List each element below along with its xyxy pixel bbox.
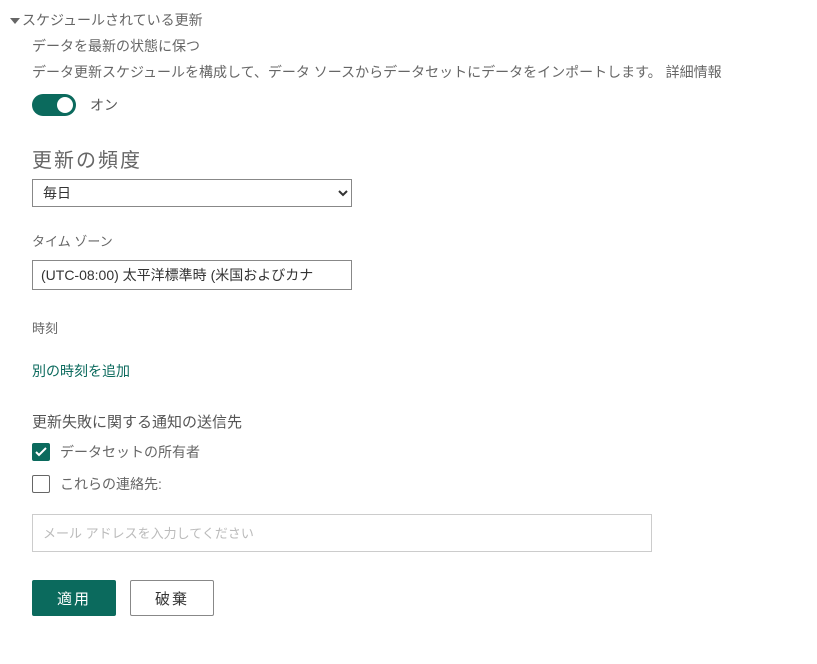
section-header[interactable]: スケジュールされている更新 (10, 10, 797, 30)
section-title: スケジュールされている更新 (22, 10, 203, 30)
chevron-down-icon (10, 18, 20, 24)
time-label: 時刻 (32, 318, 797, 337)
owner-checkbox-label: データセットの所有者 (60, 442, 200, 462)
more-info-link[interactable]: 詳細情報 (666, 64, 722, 80)
refresh-toggle[interactable] (32, 94, 76, 116)
section-description: データ更新スケジュールを構成して、データ ソースからデータセットにデータをインポ… (32, 62, 797, 82)
discard-button[interactable]: 破棄 (130, 580, 214, 616)
timezone-select[interactable]: (UTC-08:00) 太平洋標準時 (米国およびカナ (32, 260, 352, 290)
timezone-value: (UTC-08:00) 太平洋標準時 (米国およびカナ (41, 265, 313, 285)
contacts-email-input[interactable] (32, 514, 652, 552)
owner-checkbox[interactable] (32, 443, 50, 461)
apply-button[interactable]: 適用 (32, 580, 116, 616)
description-text: データ更新スケジュールを構成して、データ ソースからデータセットにデータをインポ… (32, 64, 662, 80)
add-time-link[interactable]: 別の時刻を追加 (32, 361, 130, 381)
section-subtitle: データを最新の状態に保つ (32, 36, 797, 56)
timezone-label: タイム ゾーン (32, 231, 797, 250)
toggle-knob (57, 97, 73, 113)
contacts-checkbox-label: これらの連絡先: (60, 474, 162, 494)
frequency-select[interactable]: 毎日 毎週 (32, 179, 352, 207)
notify-heading: 更新失敗に関する通知の送信先 (32, 411, 797, 432)
contacts-checkbox[interactable] (32, 475, 50, 493)
frequency-heading: 更新の頻度 (32, 144, 797, 173)
toggle-label: オン (90, 95, 118, 115)
check-icon (35, 447, 47, 457)
